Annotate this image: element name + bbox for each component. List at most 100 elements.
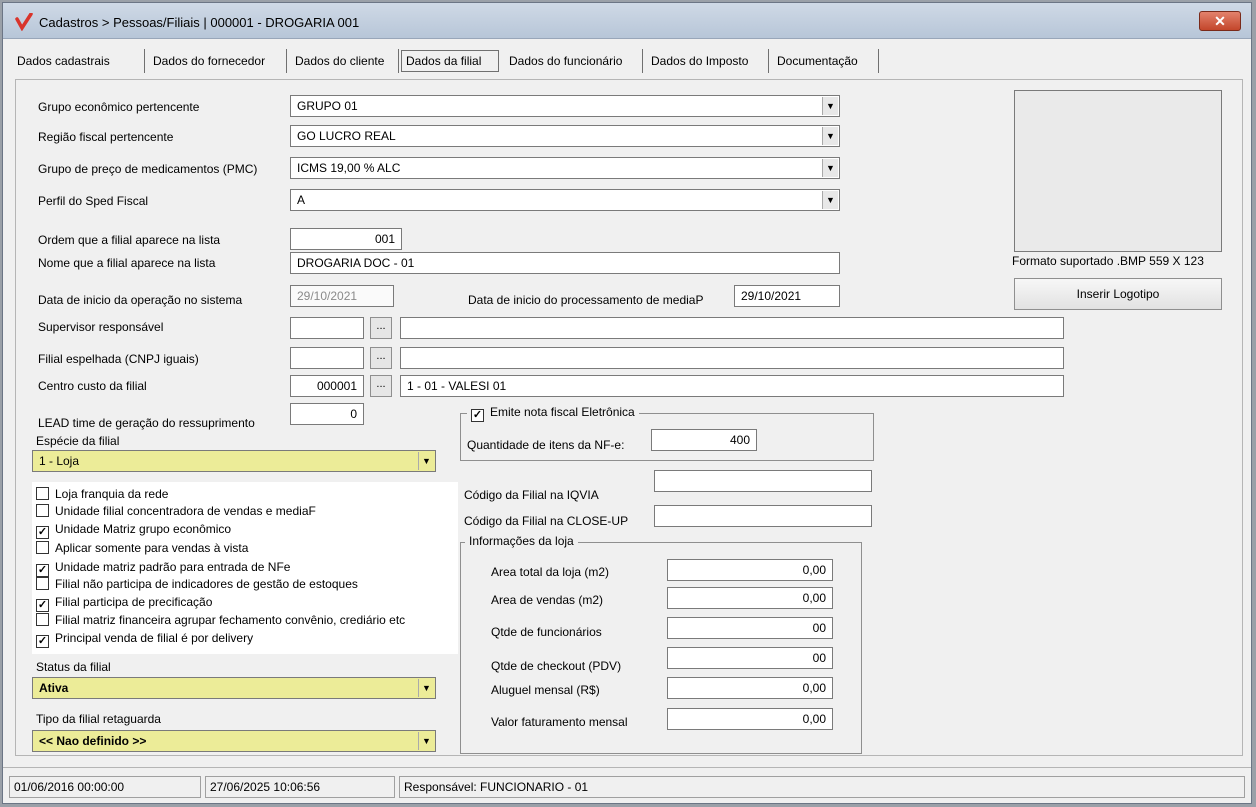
aluguel-label: Aluguel mensal (R$): [491, 683, 600, 697]
grupo-preco-select[interactable]: ICMS 19,00 % ALC ▼: [290, 157, 840, 179]
centro-custo-desc-input[interactable]: 1 - 01 - VALESI 01: [400, 375, 1064, 397]
filial-espelhada-code-input[interactable]: [290, 347, 364, 369]
logo-format-text: Formato suportado .BMP 559 X 123: [1012, 254, 1204, 268]
insert-logo-button[interactable]: Inserir Logotipo: [1014, 278, 1222, 310]
checkbox-matriz-financeira[interactable]: Filial matriz financeira agrupar fechame…: [36, 613, 405, 627]
area-vendas-input[interactable]: 0,00: [667, 587, 833, 609]
close-button[interactable]: ✕: [1199, 11, 1241, 31]
tab-dados-filial[interactable]: Dados da filial: [401, 50, 499, 72]
grupo-economico-value: GRUPO 01: [297, 99, 358, 113]
chevron-down-icon[interactable]: ▼: [418, 452, 434, 470]
checkbox-delivery[interactable]: ✓ Principal venda de filial é por deliver…: [36, 631, 253, 648]
tipo-retaguarda-select[interactable]: << Nao definido >> ▼: [32, 730, 436, 752]
grupo-economico-select[interactable]: GRUPO 01 ▼: [290, 95, 840, 117]
chevron-down-icon[interactable]: ▼: [822, 159, 838, 177]
checkbox-icon[interactable]: [36, 487, 49, 500]
tab-dados-imposto[interactable]: Dados do Imposto: [643, 49, 769, 73]
faturamento-input[interactable]: 0,00: [667, 708, 833, 730]
status-updated: 27/06/2025 10:06:56: [205, 776, 395, 798]
chevron-down-icon[interactable]: ▼: [822, 97, 838, 115]
supervisor-desc-input[interactable]: [400, 317, 1064, 339]
checkbox-list: Loja franquia da rede Unidade filial con…: [32, 482, 458, 654]
centro-custo-label: Centro custo da filial: [38, 379, 147, 393]
ordem-label: Ordem que a filial aparece na lista: [38, 233, 221, 247]
logo-preview[interactable]: [1014, 90, 1222, 252]
tab-dados-cliente[interactable]: Dados do cliente: [287, 49, 399, 73]
checkbox-icon[interactable]: [36, 504, 49, 517]
nome-lista-input[interactable]: DROGARIA DOC - 01: [290, 252, 840, 274]
ordem-input[interactable]: 001: [290, 228, 402, 250]
tab-dados-cadastrais[interactable]: Dados cadastrais: [17, 49, 145, 73]
checkbox-label: Principal venda de filial é por delivery: [55, 631, 254, 645]
status-created: 01/06/2016 00:00:00: [9, 776, 201, 798]
especie-label: Espécie da filial: [36, 434, 120, 448]
checkbox-indicadores[interactable]: Filial não participa de indicadores de g…: [36, 577, 358, 591]
tipo-retaguarda-label: Tipo da filial retaguarda: [36, 712, 161, 726]
info-loja-group: Informações da loja Area total da loja (…: [460, 534, 862, 754]
perfil-sped-value: A: [297, 193, 306, 207]
main-window: Cadastros > Pessoas/Filiais | 000001 - D…: [2, 2, 1252, 804]
centro-custo-code-input[interactable]: 000001: [290, 375, 364, 397]
nfe-group-title[interactable]: ✓ Emite nota fiscal Eletrônica: [467, 405, 639, 422]
data-inicio-proc-input[interactable]: 29/10/2021: [734, 285, 840, 307]
checkmark-icon[interactable]: ✓: [36, 564, 49, 577]
chevron-down-icon[interactable]: ▼: [418, 732, 434, 750]
area-total-input[interactable]: 0,00: [667, 559, 833, 581]
qtde-funcionarios-input[interactable]: 00: [667, 617, 833, 639]
supervisor-code-input[interactable]: [290, 317, 364, 339]
checkbox-icon[interactable]: [36, 541, 49, 554]
filial-espelhada-desc-input[interactable]: [400, 347, 1064, 369]
supervisor-search-button[interactable]: ...: [370, 317, 392, 339]
nfe-qtd-label: Quantidade de itens da NF-e:: [467, 438, 625, 452]
chevron-down-icon[interactable]: ▼: [418, 679, 434, 697]
tab-dados-fornecedor[interactable]: Dados do fornecedor: [145, 49, 287, 73]
regiao-fiscal-select[interactable]: GO LUCRO REAL ▼: [290, 125, 840, 147]
qtde-checkout-input[interactable]: 00: [667, 647, 833, 669]
area-total-label: Area total da loja (m2): [491, 565, 610, 579]
qtde-checkout-label: Qtde de checkout (PDV): [491, 659, 622, 673]
iqvia-input[interactable]: [654, 470, 872, 492]
checkbox-icon[interactable]: [36, 613, 49, 626]
app-logo-icon: [15, 13, 33, 31]
checkbox-loja-franquia[interactable]: Loja franquia da rede: [36, 487, 168, 501]
nfe-group-label: Emite nota fiscal Eletrônica: [490, 405, 635, 419]
qtde-funcionarios-label: Qtde de funcionários: [491, 625, 602, 639]
checkmark-icon[interactable]: ✓: [36, 635, 49, 648]
checkbox-unidade-concentradora[interactable]: Unidade filial concentradora de vendas e…: [36, 504, 316, 518]
nfe-qtd-input[interactable]: 400: [651, 429, 757, 451]
perfil-sped-select[interactable]: A ▼: [290, 189, 840, 211]
especie-select[interactable]: 1 - Loja ▼: [32, 450, 436, 472]
window-title: Cadastros > Pessoas/Filiais | 000001 - D…: [39, 15, 360, 30]
checkmark-icon[interactable]: ✓: [36, 599, 49, 612]
data-inicio-op-label: Data de inicio da operação no sistema: [38, 293, 243, 307]
checkbox-unidade-matriz[interactable]: ✓ Unidade Matriz grupo econômico: [36, 522, 231, 539]
checkbox-icon[interactable]: [36, 577, 49, 590]
chevron-down-icon[interactable]: ▼: [822, 191, 838, 209]
tab-documentacao[interactable]: Documentação: [769, 49, 879, 73]
status-filial-select[interactable]: Ativa ▼: [32, 677, 436, 699]
checkmark-icon[interactable]: ✓: [36, 526, 49, 539]
faturamento-label: Valor faturamento mensal: [491, 715, 628, 729]
area-vendas-label: Area de vendas (m2): [491, 593, 604, 607]
tab-dados-funcionario[interactable]: Dados do funcionário: [501, 49, 643, 73]
filial-espelhada-label: Filial espelhada (CNPJ iguais): [38, 352, 199, 366]
data-inicio-op-input[interactable]: 29/10/2021: [290, 285, 394, 307]
nfe-group: ✓ Emite nota fiscal Eletrônica Quantidade…: [460, 405, 874, 461]
lead-time-input[interactable]: 0: [290, 403, 364, 425]
checkbox-vendas-vista[interactable]: Aplicar somente para vendas à vista: [36, 541, 248, 555]
chevron-down-icon[interactable]: ▼: [822, 127, 838, 145]
aluguel-input[interactable]: 0,00: [667, 677, 833, 699]
closeup-input[interactable]: [654, 505, 872, 527]
perfil-sped-label: Perfil do Sped Fiscal: [38, 194, 149, 208]
checkbox-label: Aplicar somente para vendas à vista: [55, 541, 249, 555]
nome-lista-label: Nome que a filial aparece na lista: [38, 256, 216, 270]
especie-value: 1 - Loja: [39, 454, 80, 468]
filial-panel: Grupo econômico pertencente GRUPO 01 ▼ R…: [15, 79, 1243, 756]
checkbox-matriz-nfe[interactable]: ✓ Unidade matriz padrão para entrada de N…: [36, 560, 290, 577]
checkmark-icon[interactable]: ✓: [471, 409, 484, 422]
checkbox-label: Unidade filial concentradora de vendas e…: [55, 504, 316, 518]
title-bar: Cadastros > Pessoas/Filiais | 000001 - D…: [3, 3, 1251, 39]
centro-custo-search-button[interactable]: ...: [370, 375, 392, 397]
filial-espelhada-search-button[interactable]: ...: [370, 347, 392, 369]
checkbox-precificacao[interactable]: ✓ Filial participa de precificação: [36, 595, 212, 612]
